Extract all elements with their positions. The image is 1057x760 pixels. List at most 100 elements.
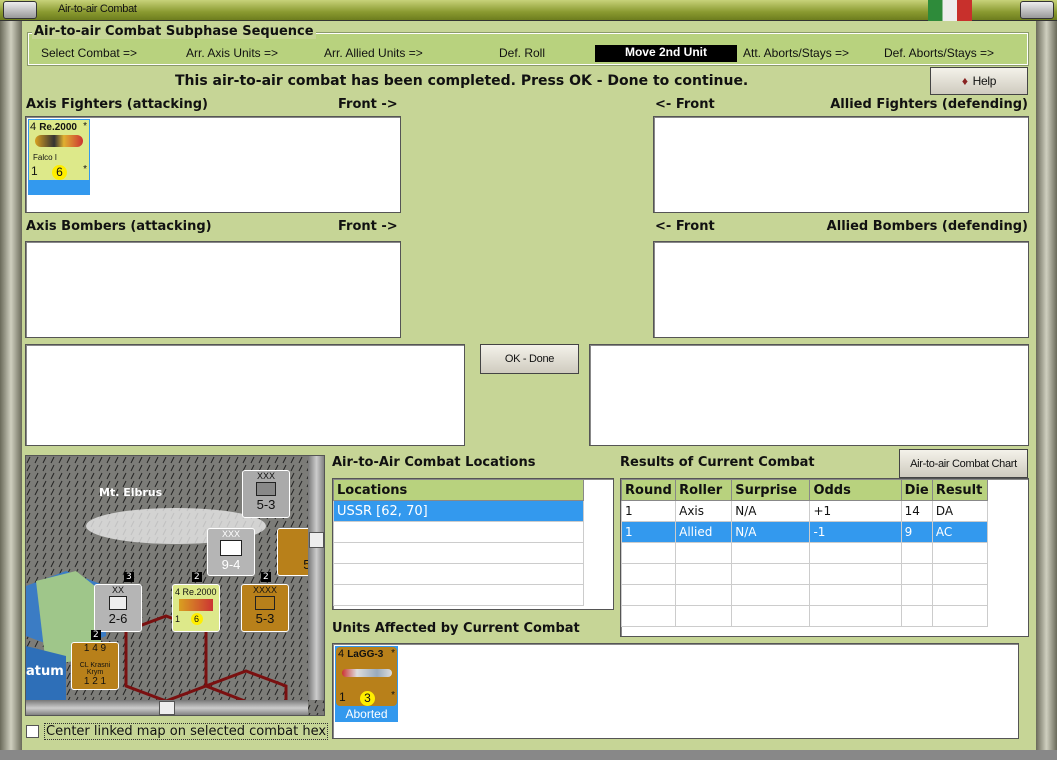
step-select-combat: Select Combat =>	[41, 46, 138, 60]
cell-odds: +1	[809, 500, 902, 522]
affected-label: Units Affected by Current Combat	[332, 621, 580, 636]
map-horizontal-scrollbar[interactable]	[26, 700, 308, 715]
stack-count: 2	[261, 572, 271, 582]
help-book-icon: ♦	[961, 74, 968, 88]
sequence-title: Air-to-air Combat Subphase Sequence	[32, 24, 316, 39]
horizontal-scroll-thumb[interactable]	[159, 701, 175, 715]
map-vertical-scrollbar[interactable]	[308, 456, 324, 700]
col-roller: Roller	[675, 479, 733, 501]
title-bar: Air-to-air Combat	[0, 0, 1057, 21]
unit-type: LaGG-3	[347, 649, 384, 660]
cell-die: 9	[900, 521, 933, 543]
cell-roller: Allied	[675, 521, 733, 543]
right-frame	[1036, 21, 1057, 760]
combat-chart-button[interactable]: Air-to-air Combat Chart	[899, 449, 1028, 478]
vertical-scroll-thumb[interactable]	[309, 532, 324, 548]
locations-header: Locations	[333, 479, 584, 501]
locations-label: Air-to-Air Combat Locations	[332, 455, 536, 470]
unit-count: 4	[30, 121, 37, 133]
map-counter[interactable]: XX 2-6	[94, 584, 142, 632]
allied-bombers-front: <- Front	[655, 219, 715, 234]
unit-counter-lagg3[interactable]: 4 LaGG-3 * 1 3 * Aborted	[335, 646, 398, 722]
step-move-2nd-unit-active: Move 2nd Unit	[595, 45, 737, 62]
ship-bottom: 1 2 1	[83, 676, 107, 687]
allied-fighters-label: Allied Fighters (defending)	[830, 97, 1028, 112]
axis-fighters-front: Front ->	[338, 97, 398, 112]
linked-map[interactable]: Mt. Elbrus atum XXX5-3 XXX9-4 5-3 XX2-6 …	[25, 455, 325, 716]
aircraft-icon	[342, 669, 392, 677]
help-label: Help	[972, 74, 997, 88]
axis-fighters-label: Axis Fighters (attacking)	[26, 97, 208, 112]
results-label: Results of Current Combat	[620, 455, 815, 470]
table-row[interactable]: 1 Allied N/A -1 9 AC	[620, 521, 989, 543]
allied-bombers-box[interactable]	[653, 241, 1029, 338]
cell-die: 14	[900, 500, 933, 522]
map-counter-ship[interactable]: 1 4 9 CL Krasni Krym 1 2 1	[71, 642, 119, 690]
col-surprise: Surprise	[731, 479, 811, 501]
location-item[interactable]: USSR [62, 70]	[333, 500, 584, 522]
cell-roller: Axis	[675, 500, 733, 522]
unit-left-value: 1	[31, 164, 38, 178]
ok-done-button[interactable]: OK - Done	[480, 344, 579, 374]
counter-value: 5-3	[256, 497, 276, 512]
unit-star-2: *	[391, 690, 395, 701]
unit-type: Re.2000	[39, 122, 77, 133]
unit-strength: 6	[190, 613, 203, 625]
window-title: Air-to-air Combat	[58, 3, 137, 15]
affected-units-box[interactable]: 4 LaGG-3 * 1 3 * Aborted	[332, 643, 1019, 739]
step-def-aborts: Def. Aborts/Stays =>	[884, 46, 995, 60]
map-counter[interactable]: XXX 5-3	[242, 470, 290, 518]
center-map-label[interactable]: Center linked map on selected combat hex	[44, 723, 329, 740]
map-label-atum: atum	[26, 664, 64, 679]
col-odds: Odds	[809, 479, 902, 501]
axis-bombers-front: Front ->	[338, 219, 398, 234]
status-message: This air-to-air combat has been complete…	[175, 73, 749, 89]
cell-surprise: N/A	[731, 500, 811, 522]
counter-size: XX	[111, 585, 124, 595]
map-counter-re2000[interactable]: 4 Re.2000 1 6	[172, 584, 220, 632]
map-counter[interactable]: XXXX 5-3	[241, 584, 289, 632]
window-restore-button[interactable]	[1020, 1, 1054, 19]
cell-odds: -1	[809, 521, 902, 543]
col-round: Round	[620, 479, 677, 501]
results-table: Round Roller Surprise Odds Die Result 1A…	[620, 478, 1029, 637]
table-row[interactable]: 1 Axis N/A +1 14 DA	[620, 500, 989, 522]
unit-star: *	[391, 648, 395, 659]
col-die: Die	[900, 479, 933, 501]
cell-result: AC	[931, 521, 989, 543]
help-button[interactable]: ♦ Help	[930, 67, 1028, 95]
counter-size: XXX	[221, 529, 240, 539]
unit-type: Re.2000	[182, 587, 217, 597]
counter-value: 9-4	[221, 557, 241, 572]
aircraft-icon	[35, 135, 83, 147]
cell-round: 1	[620, 500, 677, 522]
map-counter[interactable]: XXX 9-4	[207, 528, 255, 576]
unit-count: 4	[175, 587, 181, 597]
unit-counter-re2000[interactable]: 4 Re.2000 * Falco I 1 6 *	[28, 119, 90, 195]
center-map-checkbox[interactable]	[26, 725, 39, 738]
unit-strength: 3	[360, 691, 375, 706]
stack-count: 2	[91, 630, 101, 640]
axis-bombers-label: Axis Bombers (attacking)	[26, 219, 212, 234]
axis-fighters-box[interactable]: 4 Re.2000 * Falco I 1 6 *	[25, 116, 401, 213]
left-frame	[0, 21, 22, 760]
unit-left: 1	[175, 614, 181, 624]
cell-result: DA	[931, 500, 989, 522]
allied-fighters-box[interactable]	[653, 116, 1029, 213]
allied-fighters-front: <- Front	[655, 97, 715, 112]
step-arr-axis: Arr. Axis Units =>	[186, 46, 279, 60]
unit-star: *	[83, 121, 87, 132]
window-menu-button[interactable]	[3, 1, 37, 19]
map-label-elbrus: Mt. Elbrus	[99, 486, 163, 499]
counter-value: 5-3	[255, 611, 275, 626]
counter-value: 2-6	[108, 611, 128, 626]
axis-bombers-box[interactable]	[25, 241, 401, 338]
stack-count: 2	[192, 572, 202, 582]
unit-status: Aborted	[345, 707, 388, 721]
axis-info-box	[25, 344, 465, 446]
cell-surprise: N/A	[731, 521, 811, 543]
ship-top: 1 4 9	[83, 643, 107, 654]
counter-size: XXXX	[252, 585, 277, 595]
locations-list[interactable]: Locations USSR [62, 70]	[332, 478, 614, 610]
ship-name: CL Krasni Krym	[79, 662, 111, 676]
